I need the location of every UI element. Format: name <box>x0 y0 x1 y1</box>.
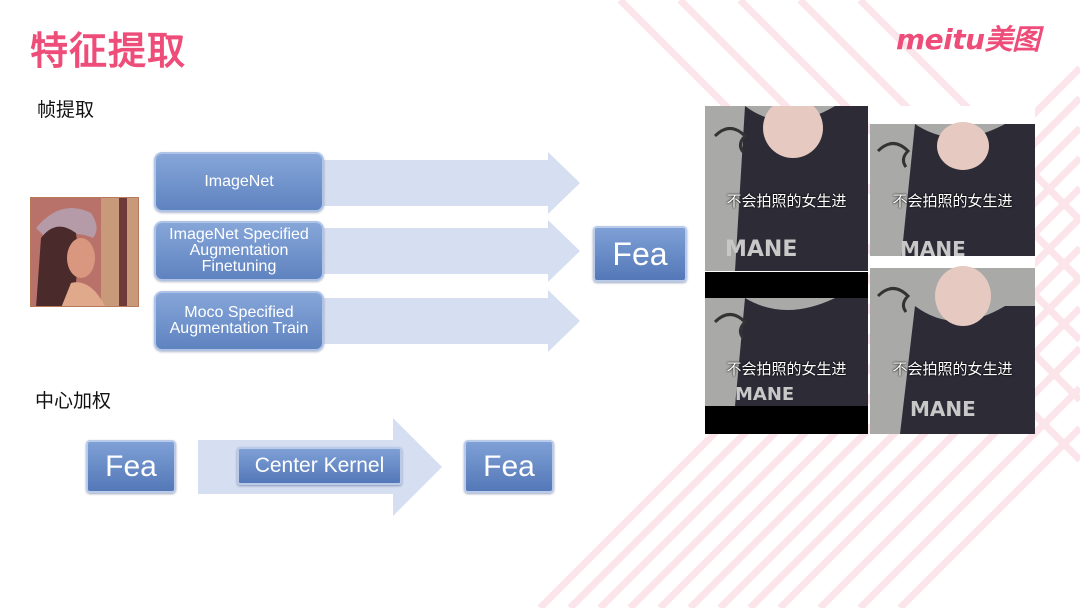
frame-caption: 不会拍照的女生进 <box>892 192 1013 210</box>
section-center-weighting: 中心加权 <box>35 390 112 412</box>
frame-caption: 不会拍照的女生进 <box>892 360 1013 378</box>
video-frame-2: MANE 不会拍照的女生进 <box>870 106 1035 271</box>
shirt-text: MANE <box>910 397 976 421</box>
arrow-branch-3 <box>300 290 580 352</box>
branch-box-imagenet-finetuning: ImageNet Specified Augmentation Finetuni… <box>154 221 324 281</box>
brand-logo: meitu美图 <box>896 23 1040 56</box>
weighting-output-fea: Fea <box>464 440 554 493</box>
video-frame-4: MANE 不会拍照的女生进 <box>870 256 1035 434</box>
frame-caption: 不会拍照的女生进 <box>726 360 847 378</box>
shirt-text: MANE <box>725 237 797 262</box>
frame-caption: 不会拍照的女生进 <box>726 192 847 210</box>
branch-box-moco: Moco Specified Augmentation Train <box>154 291 324 351</box>
center-kernel-box: Center Kernel <box>237 447 402 485</box>
input-image <box>30 197 139 307</box>
video-frame-1: MANE 不会拍照的女生进 <box>705 106 868 271</box>
feature-output-box: Fea <box>593 226 687 282</box>
arrow-branch-2 <box>300 220 580 282</box>
video-frame-3: MANE 不会拍照的女生进 <box>705 272 868 434</box>
arrow-branch-1 <box>300 152 580 214</box>
branch-box-imagenet: ImageNet <box>154 152 324 212</box>
page-title: 特征提取 <box>30 29 187 73</box>
shirt-text: MANE <box>735 384 794 405</box>
video-frames-grid: MANE 不会拍照的女生进 MANE 不会拍照的女生进 MANE 不会拍照的女生… <box>705 106 1035 434</box>
section-frame-extraction: 帧提取 <box>37 99 95 121</box>
weighting-input-fea: Fea <box>86 440 176 493</box>
